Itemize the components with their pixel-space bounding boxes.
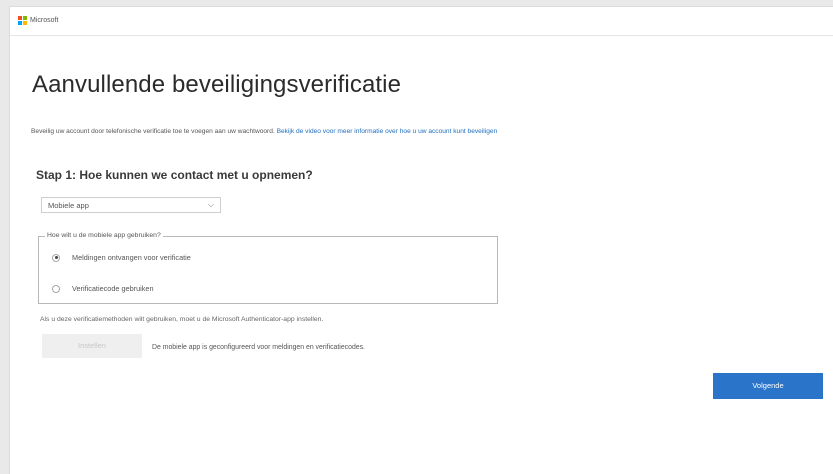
option-notifications[interactable]: Meldingen ontvangen voor verificatie: [52, 253, 191, 262]
configured-status-text: De mobiele app is geconfigureerd voor me…: [152, 344, 365, 351]
intro-text-body: Beveilig uw account door telefonische ve…: [31, 128, 277, 135]
option-verification-code-label: Verificatiecode gebruiken: [72, 284, 154, 293]
header: Microsoft: [10, 7, 833, 36]
microsoft-logo: Microsoft: [18, 16, 58, 25]
option-notifications-label: Meldingen ontvangen voor verificatie: [72, 253, 191, 262]
contact-method-value: Mobiele app: [48, 201, 89, 210]
next-button-label: Volgende: [752, 381, 784, 390]
step1-heading: Stap 1: Hoe kunnen we contact met u opne…: [36, 168, 313, 182]
intro-text: Beveilig uw account door telefonische ve…: [31, 128, 497, 135]
page-title: Aanvullende beveiligingsverificatie: [32, 71, 402, 98]
contact-method-select[interactable]: Mobiele app ⌵: [41, 197, 221, 213]
brand-name: Microsoft: [30, 17, 59, 24]
next-button[interactable]: Volgende: [713, 373, 823, 399]
authenticator-hint: Als u deze verificatiemethoden wilt gebr…: [40, 316, 324, 323]
video-info-link[interactable]: Bekijk de video voor meer informatie ove…: [277, 128, 498, 135]
radio-notifications[interactable]: [52, 253, 60, 262]
setup-button[interactable]: Instellen: [42, 334, 142, 358]
page: Microsoft Aanvullende beveiligingsverifi…: [9, 6, 833, 474]
option-verification-code[interactable]: Verificatiecode gebruiken: [52, 284, 154, 293]
mobile-app-usage-group: Hoe wilt u de mobiele app gebruiken? Mel…: [38, 232, 498, 304]
radio-verification-code[interactable]: [52, 284, 60, 293]
chevron-down-icon: ⌵: [207, 200, 214, 209]
usage-group-legend: Hoe wilt u de mobiele app gebruiken?: [45, 232, 163, 239]
microsoft-logo-icon: [18, 16, 27, 25]
setup-button-label: Instellen: [78, 341, 106, 350]
